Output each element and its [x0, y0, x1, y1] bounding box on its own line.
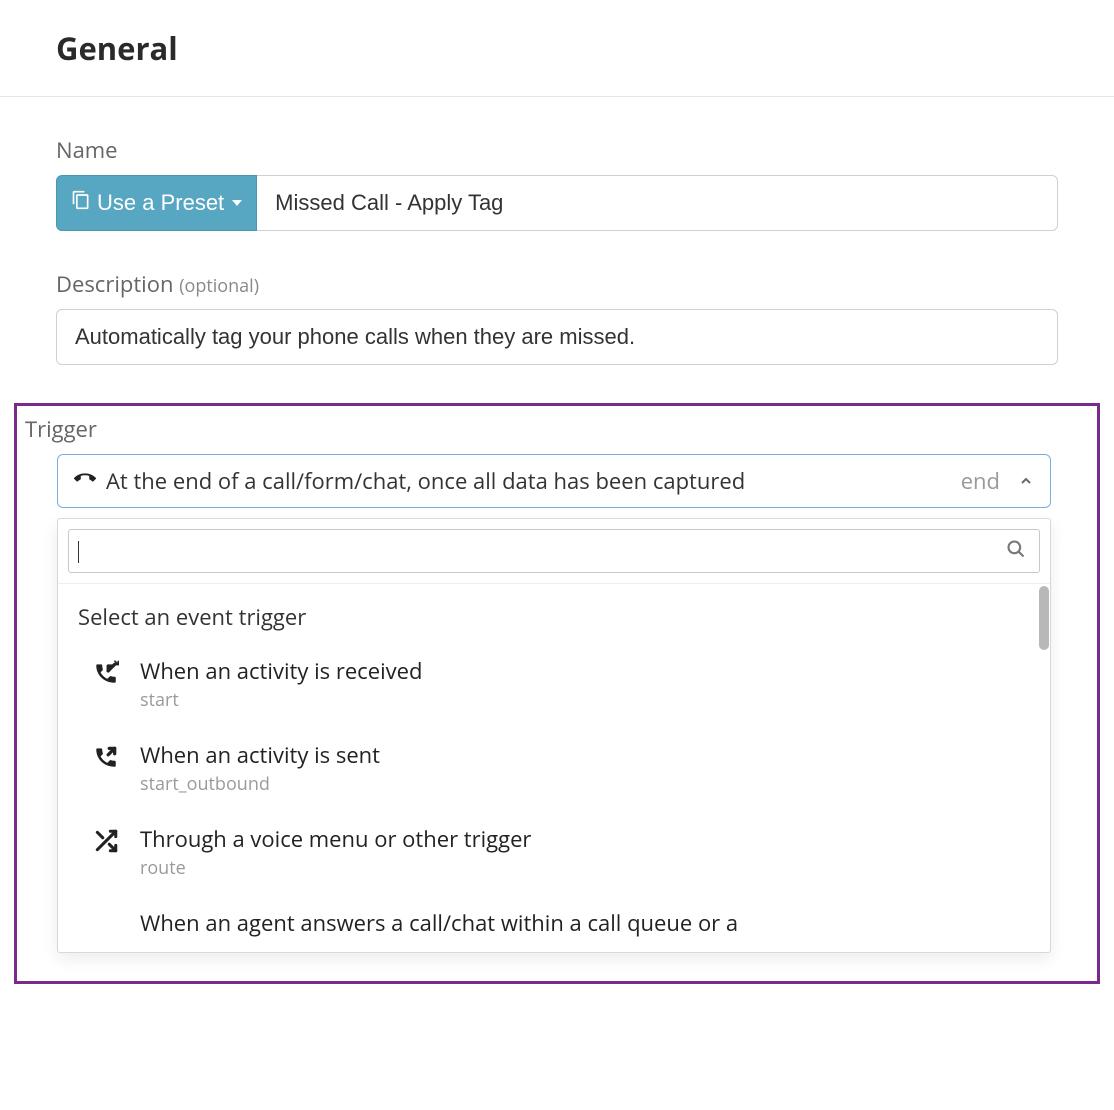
trigger-option[interactable]: Through a voice menu or other trigger ro… [58, 810, 1050, 894]
trigger-option-title: When an activity is received [140, 656, 422, 686]
blank-icon [92, 908, 120, 912]
trigger-option-title: When an agent answers a call/chat within… [140, 908, 738, 938]
trigger-option-sub: start_outbound [140, 772, 380, 796]
description-field-group: Description (optional) [56, 269, 1058, 365]
use-preset-button[interactable]: Use a Preset [56, 175, 257, 231]
trigger-selected-tag: end [961, 466, 1000, 496]
name-input[interactable] [257, 175, 1058, 231]
trigger-highlight-box: Trigger At the end of a call/form/chat, … [14, 403, 1100, 984]
trigger-option-sub: start [140, 688, 422, 712]
trigger-label: Trigger [25, 414, 1087, 444]
chevron-up-icon [1018, 466, 1034, 496]
phone-end-icon [74, 466, 96, 496]
phone-incoming-icon [92, 656, 120, 686]
trigger-group-header: Select an event trigger [58, 584, 1050, 642]
description-optional: (optional) [179, 274, 259, 298]
trigger-option[interactable]: When an activity is sent start_outbound [58, 726, 1050, 810]
search-icon [1006, 536, 1026, 566]
scrollbar[interactable] [1038, 584, 1050, 952]
name-label: Name [56, 135, 1058, 165]
trigger-option-title: Through a voice menu or other trigger [140, 824, 531, 854]
trigger-dropdown: Select an event trigger When an activity… [57, 518, 1051, 953]
scrollbar-thumb[interactable] [1039, 586, 1049, 650]
trigger-selected-text: At the end of a call/form/chat, once all… [106, 466, 951, 496]
phone-outgoing-icon [92, 740, 120, 770]
copy-icon [71, 190, 91, 216]
trigger-option[interactable]: When an agent answers a call/chat within… [58, 894, 1050, 952]
trigger-option-sub: route [140, 856, 531, 880]
trigger-option-title: When an activity is sent [140, 740, 380, 770]
description-label-text: Description [56, 269, 173, 299]
use-preset-label: Use a Preset [97, 190, 224, 216]
caret-down-icon [232, 200, 242, 206]
text-cursor [78, 541, 79, 563]
description-label: Description (optional) [56, 269, 1058, 299]
description-input[interactable] [56, 309, 1058, 365]
name-field-group: Name Use a Preset [56, 135, 1058, 231]
section-title: General [56, 28, 1058, 70]
trigger-search-input[interactable] [68, 529, 1040, 573]
section-header: General [0, 0, 1114, 97]
shuffle-icon [92, 824, 120, 854]
trigger-select[interactable]: At the end of a call/form/chat, once all… [57, 454, 1051, 508]
trigger-option[interactable]: When an activity is received start [58, 642, 1050, 726]
